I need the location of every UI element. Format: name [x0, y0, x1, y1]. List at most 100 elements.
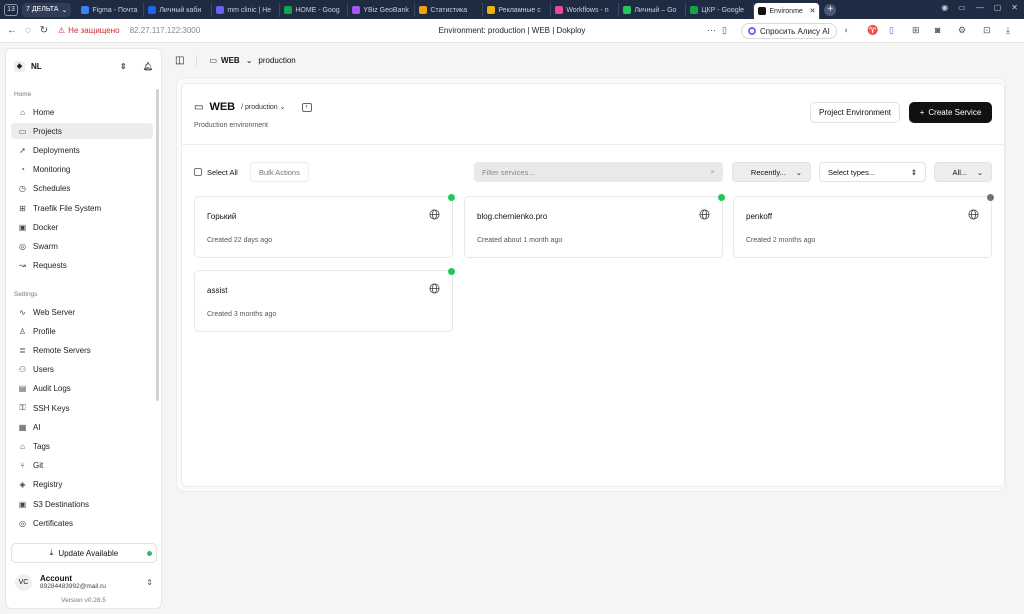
tab-group[interactable]: 7 ДЕЛЬТА ⌄ — [22, 2, 72, 17]
maximize-icon[interactable]: ▢ — [994, 3, 1002, 12]
reload-icon[interactable]: ↻ — [36, 25, 52, 36]
extension-icon[interactable]: ⊞ — [912, 25, 920, 36]
browser-tab[interactable]: mm clinic | Не — [212, 3, 281, 17]
alice-button[interactable]: Спросить Алису AI — [741, 23, 837, 39]
project-environment-button[interactable]: Project Environment — [810, 102, 900, 123]
deployments-icon: ➚ — [19, 145, 26, 155]
s3-destinations-icon: ▣ — [18, 499, 27, 509]
tab-count[interactable]: 13 — [4, 3, 18, 16]
close-tab-icon[interactable]: ✕ — [809, 7, 815, 15]
browser-tab[interactable]: Рекламные с — [483, 3, 552, 17]
create-service-button[interactable]: + Create Service — [909, 102, 992, 123]
sidebar-item-label: SSH Keys — [33, 403, 70, 413]
back-icon[interactable]: ← — [4, 25, 20, 36]
sidebar-item-audit-logs[interactable]: ▤ Audit Logs — [11, 381, 153, 397]
close-window-icon[interactable]: ✕ — [1011, 3, 1018, 12]
projects-icon: ▭ — [18, 126, 27, 136]
more-icon[interactable]: ⋯ — [707, 25, 716, 36]
sidebar-item-home[interactable]: ⌂ Home — [11, 104, 153, 120]
service-card[interactable]: penkoff Created 2 months ago — [733, 194, 994, 258]
checkbox[interactable] — [194, 168, 202, 176]
certificates-icon: ◎ — [19, 518, 26, 528]
chevron-down-icon[interactable]: ⌄ — [246, 56, 253, 65]
sidebar-item-label: Remote Servers — [33, 345, 91, 355]
sidebar-item-requests[interactable]: ↝ Requests — [11, 258, 153, 274]
sidebar-item-schedules[interactable]: ◷ Schedules — [11, 181, 153, 197]
browser-tab-label: YBiz GeoBank — [363, 6, 409, 14]
sidebar-item-deployments[interactable]: ➚ Deployments — [11, 142, 153, 158]
forward-icon[interactable]: ◌ — [20, 25, 36, 36]
sidebar-item-swarm[interactable]: ◎ Swarm — [11, 238, 153, 254]
sidebar-item-s3-destinations[interactable]: ▣ S3 Destinations — [11, 496, 153, 512]
update-available-button[interactable]: ⤓ Update Available — [11, 543, 157, 563]
sidebar-scrollbar[interactable] — [156, 89, 159, 401]
sidebar-item-ai[interactable]: ▦ AI — [11, 419, 153, 435]
globe-icon[interactable] — [429, 209, 440, 220]
profile-icon[interactable]: ◉ — [941, 3, 948, 12]
sidebar-item-monitoring[interactable]: ◔ Monitoring — [11, 162, 153, 178]
sidebar-item-users[interactable]: ⚇ Users — [11, 362, 153, 378]
extensions-icon[interactable]: ⚙ — [958, 25, 966, 36]
browser-tab[interactable]: Workflows - n — [551, 3, 620, 17]
bookmark-star-icon[interactable]: ▯ — [722, 25, 727, 36]
breadcrumb-environment[interactable]: production — [258, 56, 295, 65]
sidebar-item-tags[interactable]: ⌂ Tags — [11, 438, 153, 454]
browser-tab[interactable]: HOME - Goog — [280, 3, 349, 17]
status-indicator — [448, 194, 455, 201]
environment-select[interactable]: / production ⌄ — [241, 103, 285, 111]
sidebar-item-docker[interactable]: ▣ Docker — [11, 219, 153, 235]
service-card[interactable]: assist Created 3 months ago — [194, 268, 455, 332]
bookmark-icon[interactable]: ▭ — [958, 3, 966, 12]
url-field[interactable]: 82.27.117.122:3000 — [130, 26, 201, 35]
browser-tab[interactable]: YBiz GeoBank — [348, 3, 416, 17]
sidebar-toggle-icon[interactable]: ◫ — [175, 55, 184, 66]
extension-icon[interactable]: ▯ — [889, 25, 894, 36]
browser-tab[interactable]: Личный каби — [144, 3, 213, 17]
extension-icon[interactable]: ◐ — [844, 25, 849, 35]
bulk-actions-button[interactable]: Bulk Actions — [250, 162, 309, 182]
browser-tab[interactable]: Figma - Почта — [77, 3, 145, 17]
chevron-down-icon: ⌄ — [61, 6, 68, 14]
terminal-icon[interactable]: › — [301, 102, 312, 112]
extension-icon[interactable]: ♈ — [867, 25, 878, 36]
select-all-checkbox[interactable]: Select All — [186, 162, 246, 182]
download-icon[interactable]: ⤓ — [1006, 25, 1010, 36]
globe-icon[interactable] — [968, 209, 979, 220]
sidebar-item-remote-servers[interactable]: ≣ Remote Servers — [11, 342, 153, 358]
service-card[interactable]: Горький Created 22 days ago — [194, 194, 455, 258]
ssh-keys-icon: ⚿ — [19, 403, 26, 412]
globe-icon[interactable] — [429, 283, 440, 294]
users-icon: ⚇ — [18, 365, 27, 375]
warning-icon: ⚠ — [58, 26, 66, 35]
filter-services-input[interactable]: Filter services... ⌕ — [474, 162, 723, 182]
sidebar-item-ssh-keys[interactable]: ⚿ SSH Keys — [11, 400, 153, 416]
service-name: penkoff — [746, 212, 773, 221]
new-tab-button[interactable]: + — [824, 3, 837, 16]
sidebar-item-projects[interactable]: ▭ Projects — [11, 123, 153, 140]
breadcrumb-project[interactable]: WEB — [221, 56, 240, 65]
browser-tab[interactable]: Статистика — [415, 3, 484, 17]
bell-icon[interactable]: 🔔︎ — [143, 62, 153, 71]
sidebar-item-web-server[interactable]: ∿ Web Server — [11, 304, 153, 320]
browser-tab[interactable]: Environme ✕ — [754, 3, 821, 19]
registry-icon: ◈ — [19, 480, 26, 490]
globe-icon[interactable] — [699, 209, 710, 220]
account-menu[interactable]: VC Account 89284483992@mail.ru ⇕ — [11, 570, 157, 594]
sidebar-item-profile[interactable]: ♙ Profile — [11, 323, 153, 339]
minimize-icon[interactable]: — — [976, 3, 984, 12]
browser-tab[interactable]: ЦКР - Google — [686, 3, 755, 17]
sidebar-item-traefik-file-system[interactable]: ⊞ Traefik File System — [11, 200, 153, 216]
insecure-warning[interactable]: ⚠ Не защищено — [58, 26, 120, 35]
sidebar-item-registry[interactable]: ◈ Registry — [11, 477, 153, 493]
type-select[interactable]: Select types... ⇕ — [819, 162, 926, 182]
status-select[interactable]: All... ⌄ — [934, 162, 992, 182]
browser-tab[interactable]: Личный – Go — [619, 3, 687, 17]
sidebar-item-certificates[interactable]: ◎ Certificates — [11, 515, 153, 531]
download-icon: ⤓ — [49, 548, 54, 557]
reader-icon[interactable]: ⊡ — [983, 25, 991, 36]
service-card[interactable]: blog.chernienko.pro Created about 1 month… — [464, 194, 725, 258]
sort-select[interactable]: Recently... ⌄ — [732, 162, 811, 182]
sidebar-item-git[interactable]: ⑂ Git — [11, 458, 153, 474]
org-switcher[interactable]: ◈ NL ⇕ 🔔︎ — [14, 59, 154, 73]
camera-icon[interactable]: ◙ — [935, 25, 940, 35]
